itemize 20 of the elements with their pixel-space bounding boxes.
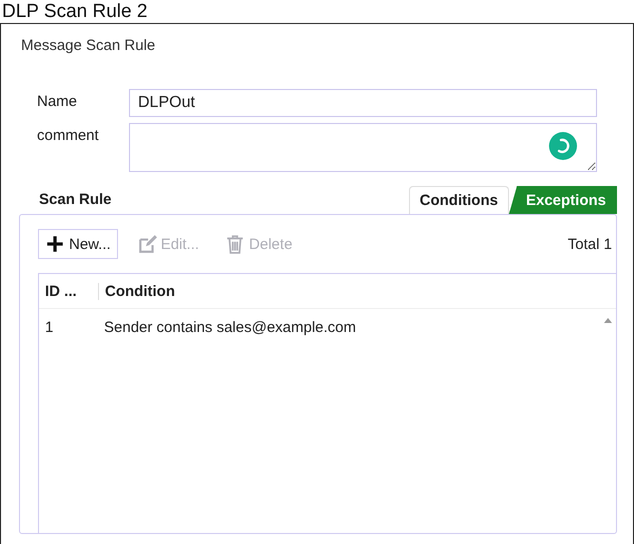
total-count: Total 1: [568, 236, 612, 252]
plus-icon: [45, 234, 65, 254]
tab[interactable]: Conditions: [408, 186, 509, 214]
section-title: Scan Rule: [39, 191, 112, 210]
new-button[interactable]: New...: [38, 229, 118, 259]
edit-icon: [136, 234, 157, 254]
panel-title: Message Scan Rule: [21, 37, 156, 54]
comment-field[interactable]: [129, 123, 597, 172]
trash-icon: [225, 234, 246, 254]
column-header[interactable]: ID ...: [39, 282, 98, 300]
table-cell-text: Sender contains sales@example.com: [103, 318, 356, 336]
field-label: comment: [37, 126, 100, 144]
scroll-up-icon[interactable]: [604, 318, 612, 323]
assistant-icon[interactable]: [549, 132, 577, 160]
page-title: DLP Scan Rule 2: [1, 0, 148, 23]
column-header[interactable]: Condition: [98, 282, 175, 300]
name-field[interactable]: DLPOut: [129, 89, 597, 117]
field-label: Name: [37, 92, 78, 110]
tab[interactable]: Exceptions: [508, 186, 617, 214]
table-cell-text: 1: [44, 318, 54, 336]
